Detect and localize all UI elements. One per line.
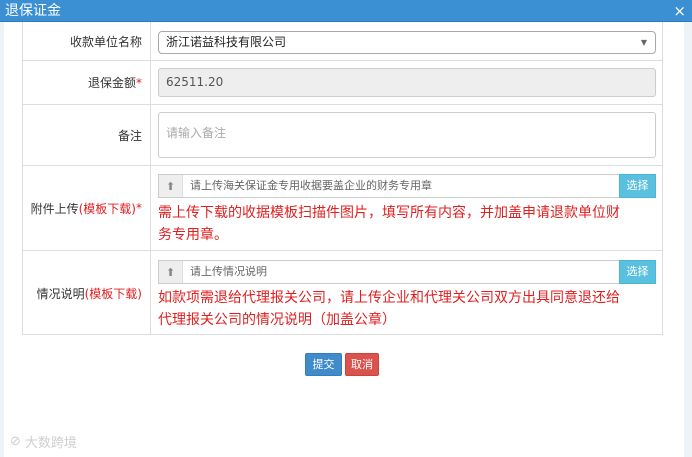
situation-note: 如款项需退给代理报关公司，请上传企业和代理关公司双方出具同意退还给 代理报关公司… [158, 290, 620, 328]
remarks-label: 备注 [23, 105, 151, 165]
situation-label: 情况说明 (模板下载) [23, 251, 151, 335]
required-mark: * [136, 75, 142, 90]
submit-button[interactable]: 提交 [305, 353, 342, 376]
upload-icon: ⬆ [159, 261, 183, 283]
attachment-template-link[interactable]: (模板下载) [79, 200, 136, 217]
amount-label: 退保金额 * [23, 61, 151, 104]
attachment-note: 需上传下载的收据模板扫描件图片，填写所有内容，并加盖申请退款单位财 务专用章。 [158, 205, 620, 243]
watermark: ⊘ 大数跨境 [10, 432, 77, 451]
payee-label: 收款单位名称 [23, 22, 151, 60]
watermark-text: 大数跨境 [24, 436, 77, 451]
frame-right-edge [684, 22, 692, 457]
upload-icon: ⬆ [159, 175, 183, 197]
cancel-button[interactable]: 取消 [345, 353, 379, 376]
attachment-select-button[interactable]: 选择 [619, 174, 656, 198]
payee-value: 浙江诺益科技有限公司 [166, 35, 287, 49]
chevron-down-icon: ▼ [640, 38, 647, 47]
attachment-placeholder: 请上传海关保证金专用收据要盖企业的财务专用章 [190, 179, 432, 192]
row-remarks: 备注 请输入备注 [23, 105, 662, 166]
situation-placeholder: 请上传情况说明 [190, 265, 267, 278]
situation-select-button[interactable]: 选择 [619, 260, 656, 284]
remarks-textarea[interactable]: 请输入备注 [158, 112, 656, 158]
row-attachment: 附件上传 (模板下载) * ⬆ 请上传海关保证金专用收据要盖企业的财务专用章 选择 … [23, 166, 662, 251]
watermark-logo-icon: ⊘ [10, 434, 21, 449]
amount-field[interactable]: 62511.20 [158, 68, 656, 97]
refund-form: 收款单位名称 浙江诺益科技有限公司 ▼ 退保金额 * 62511.20 备注 请输… [22, 22, 663, 335]
dialog-title: 退保证金 [5, 3, 61, 19]
row-situation: 情况说明 (模板下载) ⬆ 请上传情况说明 选择 如款项需退给代理报关公司，请上传… [23, 251, 662, 335]
attachment-upload[interactable]: ⬆ 请上传海关保证金专用收据要盖企业的财务专用章 选择 [158, 174, 656, 198]
row-payee: 收款单位名称 浙江诺益科技有限公司 ▼ [23, 22, 662, 61]
situation-template-link[interactable]: (模板下载) [85, 285, 142, 302]
frame-left-edge [0, 22, 4, 457]
attachment-label: 附件上传 (模板下载) * [23, 166, 151, 250]
row-amount: 退保金额 * 62511.20 [23, 61, 662, 105]
close-icon[interactable]: × [673, 2, 686, 20]
dialog-titlebar: 退保证金 × [0, 0, 692, 22]
payee-select[interactable]: 浙江诺益科技有限公司 ▼ [158, 31, 656, 54]
required-mark: * [136, 201, 142, 215]
situation-upload[interactable]: ⬆ 请上传情况说明 选择 [158, 260, 656, 284]
